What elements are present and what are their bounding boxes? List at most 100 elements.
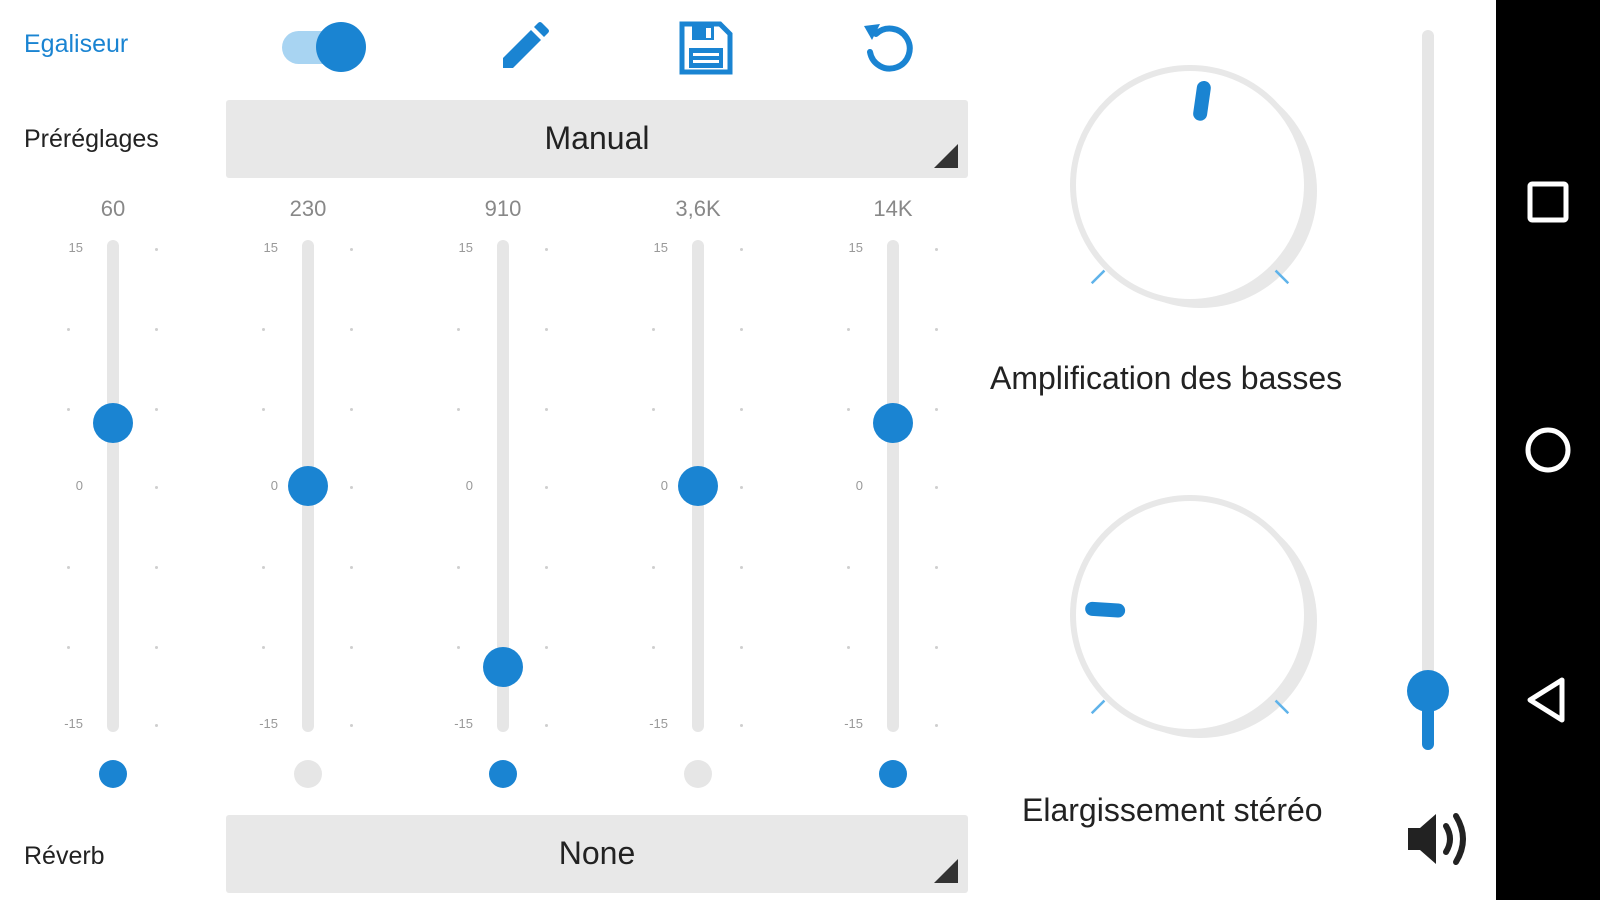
band-lock-indicator[interactable] — [99, 760, 127, 788]
scale-tick — [545, 328, 548, 331]
scale-label-max: 15 — [68, 240, 83, 255]
floppy-save-icon[interactable] — [676, 18, 736, 78]
scale-tick — [935, 486, 938, 489]
scale-tick — [740, 328, 743, 331]
scale-tick — [545, 408, 548, 411]
band-frequency-label: 60 — [100, 196, 126, 221]
presets-dropdown[interactable]: Manual — [226, 100, 968, 178]
back-triangle-icon[interactable] — [1516, 668, 1580, 732]
eq-band: 910 15 0 -15 — [433, 190, 573, 810]
volume-slider-thumb[interactable] — [1407, 670, 1449, 712]
band-slider-thumb[interactable] — [288, 466, 328, 506]
equalizer-title: Egaliseur — [24, 30, 129, 58]
scale-tick — [350, 566, 353, 569]
scale-tick — [155, 724, 158, 727]
scale-tick — [155, 248, 158, 251]
scale-tick — [155, 328, 158, 331]
scale-label-max: 15 — [653, 240, 668, 255]
reverb-label: Réverb — [24, 842, 105, 870]
scale-tick — [740, 248, 743, 251]
scale-label-mid: 0 — [270, 478, 278, 493]
scale-tick — [935, 566, 938, 569]
dropdown-corner-arrow-icon — [934, 859, 958, 883]
knob-range-tick — [1090, 269, 1106, 285]
scale-tick — [935, 248, 938, 251]
stereo-widening-knob[interactable] — [1050, 480, 1330, 760]
scale-tick — [350, 248, 353, 251]
scale-label-min: -15 — [64, 716, 83, 731]
scale-tick — [350, 408, 353, 411]
knob-range-tick — [1090, 699, 1106, 715]
scale-tick — [350, 486, 353, 489]
band-slider-track[interactable] — [107, 240, 119, 732]
scale-tick — [740, 646, 743, 649]
scale-tick — [652, 408, 655, 411]
band-lock-indicator[interactable] — [879, 760, 907, 788]
home-circle-icon[interactable] — [1516, 418, 1580, 482]
scale-tick — [350, 646, 353, 649]
scale-tick — [262, 328, 265, 331]
scale-tick — [935, 724, 938, 727]
pencil-icon[interactable] — [493, 18, 553, 78]
scale-tick — [457, 408, 460, 411]
scale-label-mid: 0 — [660, 478, 668, 493]
band-slider-thumb[interactable] — [93, 402, 133, 443]
scale-tick — [935, 328, 938, 331]
scale-tick — [740, 724, 743, 727]
scale-tick — [262, 566, 265, 569]
eq-band: 230 15 0 -15 — [238, 190, 378, 810]
knob-indicator — [1085, 601, 1126, 618]
presets-value: Manual — [544, 120, 650, 156]
reset-icon[interactable] — [858, 18, 918, 78]
scale-tick — [457, 566, 460, 569]
scale-tick — [652, 328, 655, 331]
band-frequency-label: 3,6K — [675, 196, 721, 221]
scale-label-mid: 0 — [855, 478, 863, 493]
recents-square-icon[interactable] — [1516, 170, 1580, 234]
dropdown-corner-arrow-icon — [934, 144, 958, 168]
band-lock-indicator[interactable] — [684, 760, 712, 788]
scale-tick — [262, 408, 265, 411]
presets-label: Préréglages — [24, 125, 159, 153]
scale-tick — [652, 646, 655, 649]
scale-tick — [67, 408, 70, 411]
scale-tick — [545, 486, 548, 489]
band-slider-thumb[interactable] — [483, 646, 523, 687]
scale-tick — [740, 408, 743, 411]
scale-tick — [67, 328, 70, 331]
scale-tick — [350, 328, 353, 331]
scale-label-min: -15 — [649, 716, 668, 731]
scale-tick — [262, 646, 265, 649]
scale-label-mid: 0 — [75, 478, 83, 493]
scale-tick — [457, 328, 460, 331]
volume-slider-track[interactable] — [1422, 30, 1434, 750]
scale-label-max: 15 — [458, 240, 473, 255]
scale-tick — [155, 566, 158, 569]
scale-tick — [350, 724, 353, 727]
band-slider-thumb[interactable] — [873, 402, 913, 443]
eq-band: 3,6K 15 0 -15 — [628, 190, 768, 810]
band-slider-thumb[interactable] — [678, 466, 718, 506]
scale-tick — [935, 646, 938, 649]
equalizer-toggle[interactable] — [280, 22, 370, 72]
band-lock-indicator[interactable] — [294, 760, 322, 788]
knob-indicator — [1193, 80, 1211, 121]
speaker-icon[interactable] — [1404, 808, 1474, 870]
scale-tick — [740, 566, 743, 569]
scale-tick — [67, 646, 70, 649]
scale-tick — [935, 408, 938, 411]
scale-tick — [545, 646, 548, 649]
band-slider-track[interactable] — [887, 240, 899, 732]
bass-boost-label: Amplification des basses — [990, 360, 1343, 396]
band-lock-indicator[interactable] — [489, 760, 517, 788]
scale-label-mid: 0 — [465, 478, 473, 493]
toggle-thumb — [316, 22, 366, 72]
scale-tick — [155, 408, 158, 411]
band-frequency-label: 230 — [289, 196, 327, 221]
reverb-value: None — [558, 835, 636, 871]
scale-tick — [847, 328, 850, 331]
reverb-dropdown[interactable]: None — [226, 815, 968, 893]
bass-boost-knob[interactable] — [1050, 50, 1330, 330]
scale-tick — [457, 646, 460, 649]
scale-tick — [740, 486, 743, 489]
